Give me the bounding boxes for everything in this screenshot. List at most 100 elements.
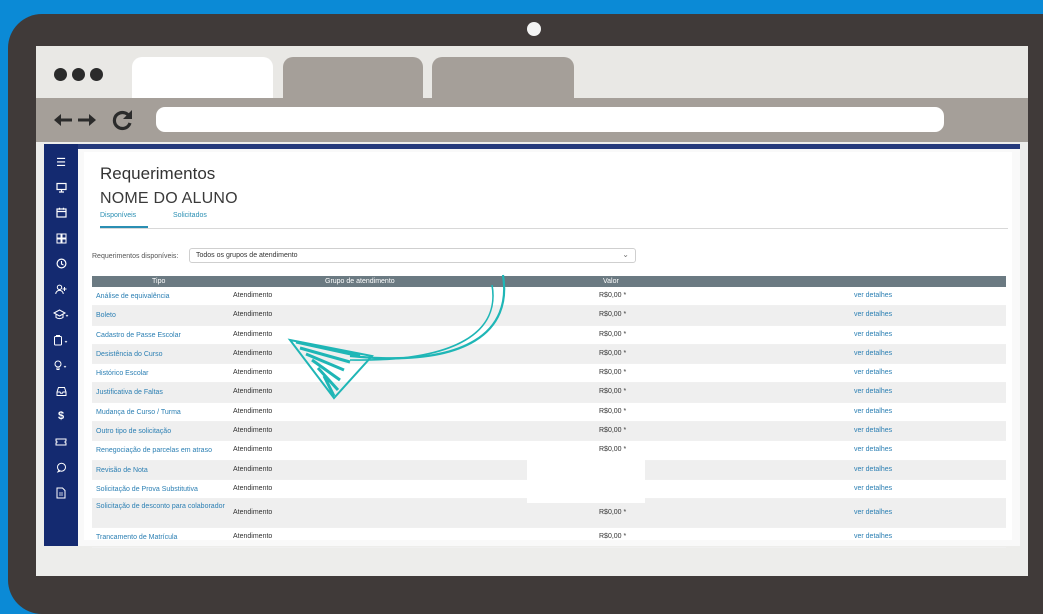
request-price: R$0,00 * xyxy=(599,407,627,415)
menu-icon[interactable]: ☰ xyxy=(44,154,78,170)
request-type-link[interactable]: Cadastro de Passe Escolar xyxy=(96,331,226,341)
dollar-icon[interactable]: $ xyxy=(44,408,78,424)
chevron-down-icon: ⌄ xyxy=(622,250,629,259)
request-type-link[interactable]: Desistência do Curso xyxy=(96,350,226,360)
request-price: R$0,00 * xyxy=(599,369,627,377)
details-link[interactable]: ver detalhes xyxy=(854,369,892,376)
details-link[interactable]: ver detalhes xyxy=(854,350,892,357)
request-tabs: Disponíveis Solicitados xyxy=(100,210,1008,229)
graduation-cap-icon[interactable] xyxy=(44,306,78,322)
request-type-link[interactable]: Boleto xyxy=(96,311,226,321)
request-type-link[interactable]: Solicitação de Prova Substitutiva xyxy=(96,485,226,495)
service-group: Atendimento xyxy=(233,427,273,435)
service-group: Atendimento xyxy=(233,465,273,473)
minimize-window-dot[interactable] xyxy=(72,68,85,81)
request-type-link[interactable]: Solicitação de desconto para colaborador xyxy=(96,502,226,512)
clipboard-icon[interactable] xyxy=(44,332,78,348)
main-content: Requerimentos Disponíveis Solicitados NO… xyxy=(84,152,1012,548)
details-link[interactable]: ver detalhes xyxy=(854,311,892,318)
document-icon[interactable] xyxy=(44,485,78,501)
request-type-link[interactable]: Justificativa de Faltas xyxy=(96,388,226,398)
lightbulb-icon[interactable] xyxy=(44,357,78,373)
request-price: R$0,00 * xyxy=(599,509,627,517)
details-link[interactable]: ver detalhes xyxy=(854,466,892,473)
tab-disponiveis[interactable]: Disponíveis xyxy=(100,212,136,219)
service-group: Atendimento xyxy=(233,349,273,357)
student-name: NOME DO ALUNO xyxy=(100,190,238,207)
request-type-link[interactable]: Trancamento de Matrícula xyxy=(96,533,226,543)
service-group: Atendimento xyxy=(233,388,273,396)
grid-icon[interactable] xyxy=(44,230,78,246)
request-type-link[interactable]: Mudança de Curso / Turma xyxy=(96,408,226,418)
tab-solicitados[interactable]: Solicitados xyxy=(173,212,207,219)
calendar-icon[interactable] xyxy=(44,204,78,220)
chat-icon[interactable] xyxy=(44,459,78,475)
col-header-valor: Valor xyxy=(603,278,619,285)
browser-tab-3[interactable] xyxy=(432,57,574,98)
table-row: Histórico Escolar Atendimento R$0,00 * v… xyxy=(92,364,1006,384)
table-row: Desistência do Curso Atendimento R$0,00 … xyxy=(92,344,1006,365)
details-link[interactable]: ver detalhes xyxy=(854,408,892,415)
table-row: Trancamento de Matrícula Atendimento R$0… xyxy=(92,528,1006,548)
service-group: Atendimento xyxy=(233,407,273,415)
details-link[interactable]: ver detalhes xyxy=(854,427,892,434)
request-price: R$0,00 * xyxy=(599,330,627,338)
col-header-grupo: Grupo de atendimento xyxy=(325,278,395,285)
ticket-icon[interactable] xyxy=(44,434,78,450)
monitor-icon[interactable] xyxy=(44,179,78,195)
table-row: Justificativa de Faltas Atendimento R$0,… xyxy=(92,383,1006,403)
request-price: R$0,00 * xyxy=(599,427,627,435)
redacted-area xyxy=(527,457,645,503)
browser-tab-active[interactable] xyxy=(132,57,273,98)
request-price: R$0,00 * xyxy=(599,388,627,396)
service-group: Atendimento xyxy=(233,484,273,492)
col-header-tipo: Tipo xyxy=(152,278,166,285)
service-group: Atendimento xyxy=(233,330,273,338)
page-title: Requerimentos xyxy=(100,164,216,183)
window-controls xyxy=(54,68,103,81)
group-filter-select[interactable]: Todos os grupos de atendimento ⌄ xyxy=(189,248,636,263)
request-price: R$0,00 * xyxy=(599,446,627,454)
app-topbar xyxy=(44,144,1020,149)
back-arrow-icon[interactable] xyxy=(52,106,74,134)
service-group: Atendimento xyxy=(233,311,273,319)
table-row: Boleto Atendimento R$0,00 * ver detalhes xyxy=(92,306,1006,326)
details-link[interactable]: ver detalhes xyxy=(854,509,892,516)
service-group: Atendimento xyxy=(233,509,273,517)
request-price: R$0,00 * xyxy=(599,349,627,357)
request-type-link[interactable]: Revisão de Nota xyxy=(96,466,226,476)
request-type-link[interactable]: Outro tipo de solicitação xyxy=(96,427,226,437)
details-link[interactable]: ver detalhes xyxy=(854,388,892,395)
service-group: Atendimento xyxy=(233,369,273,377)
browser-tab-2[interactable] xyxy=(283,57,423,98)
table-row: Solicitação de desconto para colaborador… xyxy=(92,499,1006,529)
requests-table: Tipo Grupo de atendimento Valor Análise … xyxy=(92,276,1006,548)
browser-window: ☰ $ Requerimentos Disponíveis Solicitado… xyxy=(36,46,1028,576)
filter-selected-value: Todos os grupos de atendimento xyxy=(196,252,298,259)
maximize-window-dot[interactable] xyxy=(90,68,103,81)
clock-icon[interactable] xyxy=(44,255,78,271)
browser-navbar xyxy=(36,98,1028,142)
details-link[interactable]: ver detalhes xyxy=(854,446,892,453)
add-user-icon[interactable] xyxy=(44,281,78,297)
table-header: Tipo Grupo de atendimento Valor xyxy=(92,276,1006,287)
close-window-dot[interactable] xyxy=(54,68,67,81)
reload-icon[interactable] xyxy=(110,106,136,134)
details-link[interactable]: ver detalhes xyxy=(854,331,892,338)
details-link[interactable]: ver detalhes xyxy=(854,533,892,540)
browser-tabbar xyxy=(36,46,1028,98)
request-type-link[interactable]: Renegociação de parcelas em atraso xyxy=(96,446,226,456)
forward-arrow-icon[interactable] xyxy=(76,106,98,134)
details-link[interactable]: ver detalhes xyxy=(854,485,892,492)
table-row: Análise de equivalência Atendimento R$0,… xyxy=(92,287,1006,307)
filter-label: Requerimentos disponíveis: xyxy=(92,253,179,260)
inbox-icon[interactable] xyxy=(44,383,78,399)
request-type-link[interactable]: Histórico Escolar xyxy=(96,369,226,379)
address-bar[interactable] xyxy=(156,107,944,132)
camera-dot xyxy=(527,22,541,36)
details-link[interactable]: ver detalhes xyxy=(854,292,892,299)
table-row: Outro tipo de solicitação Atendimento R$… xyxy=(92,422,1006,442)
service-group: Atendimento xyxy=(233,533,273,541)
service-group: Atendimento xyxy=(233,446,273,454)
request-type-link[interactable]: Análise de equivalência xyxy=(96,292,226,302)
